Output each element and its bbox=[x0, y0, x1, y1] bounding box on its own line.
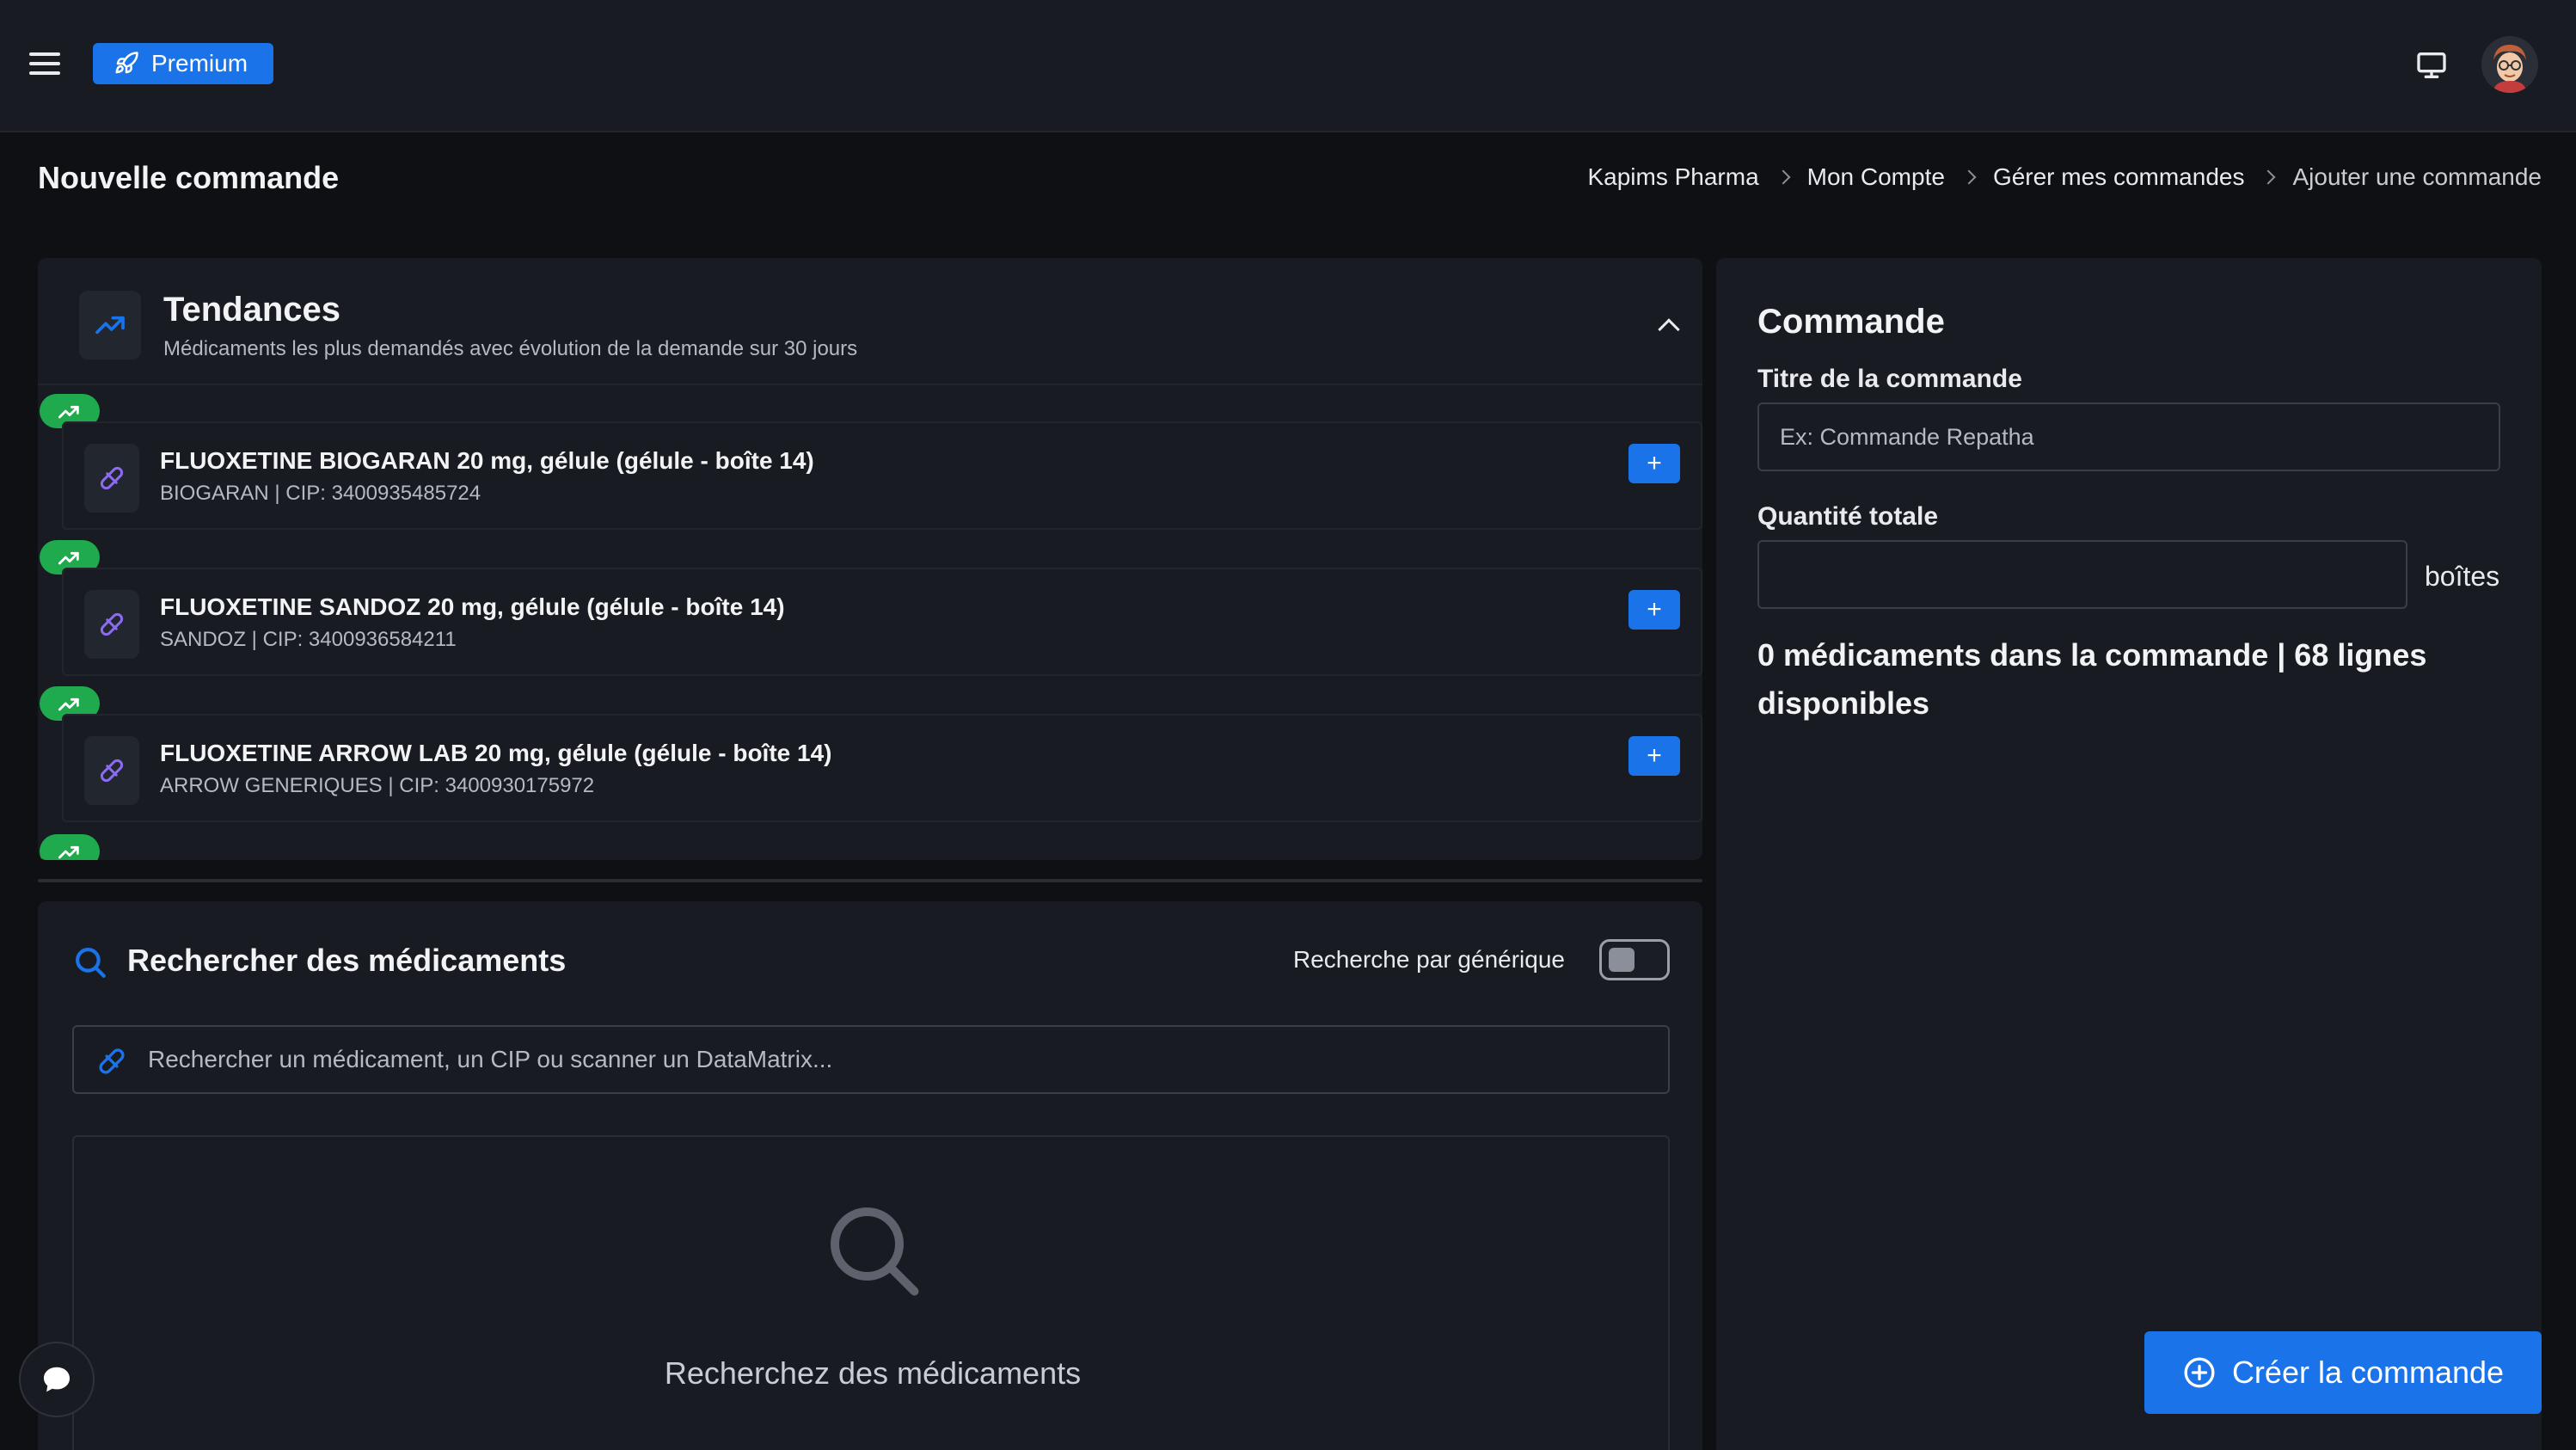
order-summary: 0 médicaments dans la commande | 68 lign… bbox=[1757, 637, 2427, 721]
monitor-icon[interactable] bbox=[2414, 48, 2449, 83]
trend-item-meta: SANDOZ | CIP: 3400936584211 bbox=[160, 628, 457, 651]
breadcrumb-item-orders[interactable]: Gérer mes commandes bbox=[1993, 163, 2245, 191]
toggle-knob bbox=[1609, 948, 1635, 972]
search-results-empty: Recherchez des médicaments bbox=[72, 1135, 1670, 1450]
trends-header[interactable]: Tendances Médicaments les plus demandés … bbox=[38, 258, 1702, 385]
top-bar: Premium bbox=[0, 0, 2576, 132]
trend-item: FLUOXETINE ARROW LAB 20 mg, gélule (gélu… bbox=[62, 714, 1702, 822]
quantity-field[interactable] bbox=[1757, 540, 2407, 609]
order-title-field[interactable] bbox=[1757, 402, 2500, 471]
plus-circle-icon bbox=[2184, 1357, 2215, 1388]
trend-up-badge bbox=[40, 834, 100, 860]
create-order-button[interactable]: Créer la commande bbox=[2144, 1331, 2542, 1414]
order-title: Commande bbox=[1757, 303, 1945, 341]
section-divider bbox=[38, 879, 1702, 882]
add-to-order-button[interactable]: + bbox=[1628, 590, 1680, 630]
search-card: Rechercher des médicaments Recherche par… bbox=[38, 901, 1702, 1450]
quantity-unit: boîtes bbox=[2425, 561, 2500, 592]
trends-title: Tendances bbox=[163, 291, 340, 329]
quantity-label: Quantité totale bbox=[1757, 502, 1939, 531]
trending-up-icon bbox=[79, 291, 141, 359]
trend-item-meta: BIOGARAN | CIP: 3400935485724 bbox=[160, 482, 481, 505]
chat-icon bbox=[43, 1367, 71, 1392]
order-title-input[interactable] bbox=[1759, 404, 2499, 470]
trend-item: FLUOXETINE BIOGARAN 20 mg, gélule (gélul… bbox=[62, 421, 1702, 530]
search-icon bbox=[76, 948, 106, 978]
trends-card: Tendances Médicaments les plus demandés … bbox=[38, 258, 1702, 860]
trend-item-meta: ARROW GENERIQUES | CIP: 3400930175972 bbox=[160, 774, 595, 797]
trend-item-name: FLUOXETINE BIOGARAN 20 mg, gélule (gélul… bbox=[160, 447, 814, 474]
avatar[interactable] bbox=[2481, 36, 2538, 93]
search-icon bbox=[831, 1207, 919, 1296]
trends-subtitle: Médicaments les plus demandés avec évolu… bbox=[163, 337, 858, 360]
generic-search-toggle[interactable] bbox=[1599, 939, 1670, 980]
premium-button[interactable]: Premium bbox=[93, 43, 273, 84]
premium-label: Premium bbox=[151, 50, 248, 77]
breadcrumb-item-account[interactable]: Mon Compte bbox=[1807, 163, 1945, 191]
order-card: Commande Titre de la commande Quantité t… bbox=[1716, 258, 2542, 1450]
chevron-right-icon bbox=[1961, 169, 1977, 185]
breadcrumb-item-kapims[interactable]: Kapims Pharma bbox=[1587, 163, 1758, 191]
rocket-icon bbox=[115, 52, 138, 74]
empty-state-text: Recherchez des médicaments bbox=[664, 1355, 1082, 1391]
search-field[interactable] bbox=[72, 1025, 1670, 1094]
breadcrumb-item-current: Ajouter une commande bbox=[2292, 163, 2542, 190]
chevron-up-icon[interactable] bbox=[1658, 318, 1680, 341]
create-order-label: Créer la commande bbox=[2231, 1355, 2505, 1390]
breadcrumb: Kapims Pharma Mon Compte Gérer mes comma… bbox=[1587, 163, 2542, 191]
chevron-right-icon bbox=[1776, 169, 1791, 185]
pill-icon bbox=[84, 736, 139, 805]
chevron-right-icon bbox=[2260, 169, 2276, 185]
pill-icon bbox=[84, 444, 139, 513]
trend-item-name: FLUOXETINE ARROW LAB 20 mg, gélule (gélu… bbox=[160, 740, 832, 766]
order-title-label: Titre de la commande bbox=[1757, 365, 2022, 393]
generic-search-label: Recherche par générique bbox=[1293, 946, 1565, 973]
quantity-input[interactable] bbox=[1759, 542, 2406, 607]
page-title: Nouvelle commande bbox=[38, 160, 340, 195]
pill-icon bbox=[99, 1048, 125, 1074]
menu-icon[interactable] bbox=[29, 48, 60, 79]
add-to-order-button[interactable]: + bbox=[1628, 736, 1680, 776]
chat-button[interactable] bbox=[19, 1342, 95, 1417]
pill-icon bbox=[84, 590, 139, 659]
trend-item-name: FLUOXETINE SANDOZ 20 mg, gélule (gélule … bbox=[160, 593, 785, 620]
search-title: Rechercher des médicaments bbox=[127, 943, 567, 978]
trend-item: FLUOXETINE SANDOZ 20 mg, gélule (gélule … bbox=[62, 568, 1702, 676]
add-to-order-button[interactable]: + bbox=[1628, 444, 1680, 483]
search-input[interactable] bbox=[148, 1027, 1661, 1092]
